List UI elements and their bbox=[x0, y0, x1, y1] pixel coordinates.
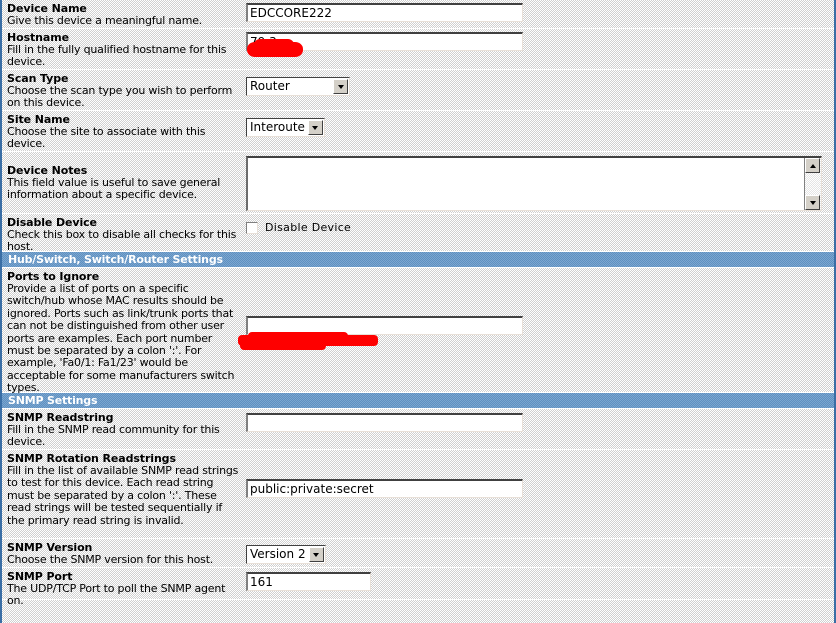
snmp-port-input[interactable]: 161 bbox=[246, 572, 371, 591]
chevron-down-icon[interactable] bbox=[333, 79, 348, 94]
snmp-rotation-readstrings-description: SNMP Rotation Readstrings Fill in the li… bbox=[2, 450, 243, 531]
chevron-down-glyph bbox=[313, 552, 320, 557]
device-notes-description: Device Notes This field value is useful … bbox=[2, 152, 243, 206]
snmp-rotation-readstrings-input[interactable]: public:private:secret bbox=[246, 479, 523, 498]
disable-device-checkbox-row[interactable]: Disable Device bbox=[246, 219, 830, 234]
snmp-readstring-help: Fill in the SNMP read community for this… bbox=[7, 423, 220, 449]
snmp-port-description: SNMP Port The UDP/TCP Port to poll the S… bbox=[2, 568, 243, 612]
site-name-selected-value: Interoute bbox=[250, 120, 305, 134]
snmp-rotation-readstrings-control: public:private:secret bbox=[243, 450, 834, 502]
scan-type-select[interactable]: Router bbox=[246, 77, 350, 96]
ports-to-ignore-input[interactable] bbox=[246, 316, 523, 335]
scroll-down-glyph bbox=[809, 200, 816, 205]
snmp-readstring-input[interactable] bbox=[246, 413, 523, 432]
site-name-control: Interoute bbox=[243, 111, 834, 141]
form-row-snmp-rotation-readstrings: SNMP Rotation Readstrings Fill in the li… bbox=[2, 450, 834, 539]
chevron-down-glyph bbox=[312, 125, 319, 130]
device-name-input[interactable]: EDCCORE222 bbox=[246, 3, 523, 22]
disable-device-checkbox[interactable] bbox=[246, 221, 258, 234]
snmp-port-help: The UDP/TCP Port to poll the SNMP agent … bbox=[7, 582, 226, 608]
device-name-help: Give this device a meaningful name. bbox=[7, 14, 203, 27]
scan-type-description: Scan Type Choose the scan type you wish … bbox=[2, 70, 243, 114]
device-notes-scrollbar[interactable] bbox=[804, 158, 821, 210]
form-row-snmp-readstring: SNMP Readstring Fill in the SNMP read co… bbox=[2, 409, 834, 450]
snmp-port-control: 161 bbox=[243, 568, 834, 595]
hostname-description: Hostname Fill in the fully qualified hos… bbox=[2, 29, 243, 73]
disable-device-checkbox-label: Disable Device bbox=[265, 221, 352, 234]
form-row-device-name: Device Name Give this device a meaningfu… bbox=[2, 0, 834, 29]
site-name-description: Site Name Choose the site to associate w… bbox=[2, 111, 243, 155]
form-row-scan-type: Scan Type Choose the scan type you wish … bbox=[2, 70, 834, 111]
snmp-version-description: SNMP Version Choose the SNMP version for… bbox=[2, 539, 243, 570]
ports-to-ignore-description: Ports to Ignore Provide a list of ports … bbox=[2, 268, 243, 399]
disable-device-control: Disable Device bbox=[243, 214, 834, 238]
snmp-version-select[interactable]: Version 2 bbox=[246, 545, 326, 564]
scan-type-control: Router bbox=[243, 70, 834, 100]
device-name-control: EDCCORE222 bbox=[243, 0, 834, 26]
ports-to-ignore-help: Provide a list of ports on a specific sw… bbox=[7, 282, 235, 395]
snmp-rotation-readstrings-help: Fill in the list of available SNMP read … bbox=[7, 464, 239, 527]
device-notes-help: This field value is useful to save gener… bbox=[7, 176, 221, 202]
device-notes-textarea-value bbox=[250, 159, 803, 209]
device-settings-form-page: Device Name Give this device a meaningfu… bbox=[0, 0, 836, 623]
scan-type-help: Choose the scan type you wish to perform… bbox=[7, 84, 233, 110]
form-row-site-name: Site Name Choose the site to associate w… bbox=[2, 111, 834, 152]
form-row-snmp-version: SNMP Version Choose the SNMP version for… bbox=[2, 539, 834, 568]
snmp-readstring-description: SNMP Readstring Fill in the SNMP read co… bbox=[2, 409, 243, 453]
chevron-down-icon[interactable] bbox=[308, 547, 324, 562]
section-header-snmp: SNMP Settings bbox=[2, 393, 834, 409]
hostname-control: 79.3 bbox=[243, 29, 834, 55]
section-header-hub-switch: Hub/Switch, Switch/Router Settings bbox=[2, 252, 834, 268]
form-row-ports-to-ignore: Ports to Ignore Provide a list of ports … bbox=[2, 268, 834, 394]
snmp-readstring-control bbox=[243, 409, 834, 436]
device-name-description: Device Name Give this device a meaningfu… bbox=[2, 0, 243, 31]
scroll-up-glyph bbox=[809, 163, 816, 168]
form-row-snmp-port: SNMP Port The UDP/TCP Port to poll the S… bbox=[2, 568, 834, 607]
ports-to-ignore-control bbox=[243, 268, 834, 339]
snmp-version-control: Version 2 bbox=[243, 539, 834, 568]
scroll-up-icon[interactable] bbox=[805, 158, 820, 173]
disable-device-help: Check this box to disable all checks for… bbox=[7, 228, 237, 254]
form-row-hostname: Hostname Fill in the fully qualified hos… bbox=[2, 29, 834, 70]
chevron-down-icon[interactable] bbox=[307, 120, 323, 135]
form-row-disable-device: Disable Device Check this box to disable… bbox=[2, 214, 834, 254]
hostname-input[interactable]: 79.3 bbox=[246, 32, 523, 51]
chevron-down-glyph bbox=[337, 84, 344, 89]
site-name-select[interactable]: Interoute bbox=[246, 118, 325, 137]
scan-type-selected-value: Router bbox=[250, 79, 290, 93]
device-notes-textarea[interactable] bbox=[246, 156, 822, 211]
snmp-version-selected-value: Version 2 bbox=[250, 547, 306, 561]
device-notes-control bbox=[243, 152, 834, 215]
hostname-help: Fill in the fully qualified hostname for… bbox=[7, 43, 227, 69]
form-row-device-notes: Device Notes This field value is useful … bbox=[2, 152, 834, 214]
scroll-down-icon[interactable] bbox=[805, 195, 820, 210]
site-name-help: Choose the site to associate with this d… bbox=[7, 125, 206, 151]
snmp-version-help: Choose the SNMP version for this host. bbox=[7, 553, 214, 566]
